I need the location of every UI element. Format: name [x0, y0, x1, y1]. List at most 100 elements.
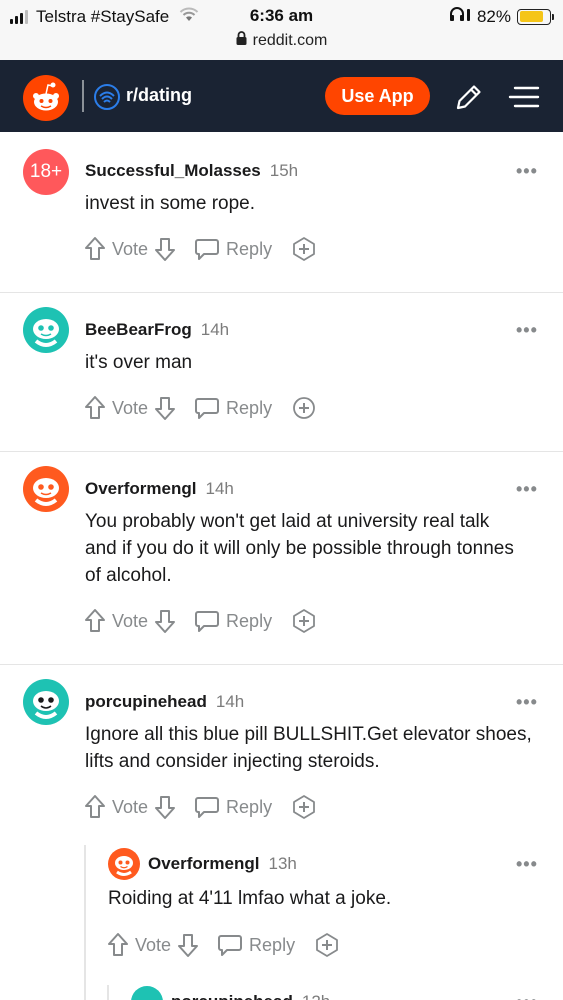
avatar[interactable] — [23, 307, 69, 353]
more-options-icon[interactable]: ••• — [516, 992, 538, 1000]
downvote-icon — [155, 397, 176, 420]
more-options-icon[interactable]: ••• — [516, 479, 538, 500]
upvote-icon — [85, 795, 105, 818]
more-options-icon[interactable]: ••• — [516, 692, 538, 713]
reply-button[interactable]: Reply — [194, 396, 272, 420]
battery-percent: 82% — [476, 6, 511, 26]
comment-body: invest in some rope. — [85, 193, 256, 214]
vote-label: Vote — [112, 397, 149, 418]
reply-label: Reply — [226, 796, 273, 817]
reply-button[interactable]: Reply — [217, 933, 295, 957]
more-options-icon[interactable]: ••• — [516, 320, 538, 341]
comment-age: 14h — [205, 479, 234, 498]
reply-bubble-icon — [218, 935, 243, 956]
battery-icon — [517, 8, 554, 25]
reply-label: Reply — [249, 934, 296, 955]
more-options-icon[interactable]: ••• — [516, 854, 538, 875]
downvote-icon — [155, 610, 176, 633]
downvote-button[interactable] — [177, 932, 199, 958]
upvote-icon — [85, 396, 105, 419]
upvote-button[interactable]: Vote — [84, 236, 148, 262]
comment-author[interactable]: porcupinehead 12h — [171, 992, 330, 1000]
comment-body: Ignore all this blue pill BULLSHIT.Get e… — [85, 724, 532, 772]
reply-button[interactable]: Reply — [194, 609, 272, 633]
award-button[interactable] — [291, 236, 317, 262]
author-name[interactable]: porcupinehead — [85, 692, 207, 711]
vote-label: Vote — [112, 796, 149, 817]
downvote-button[interactable] — [154, 608, 176, 634]
reply-bubble-icon — [195, 611, 220, 632]
comment-body: Roiding at 4'11 lmfao what a joke. — [108, 888, 392, 909]
status-bar: Telstra #StaySafe 6:36 am reddit.com 82% — [0, 0, 563, 60]
author-name[interactable]: porcupinehead — [171, 992, 293, 1000]
avatar[interactable] — [108, 848, 140, 880]
thread-line[interactable] — [84, 845, 86, 1000]
upvote-button[interactable]: Vote — [84, 608, 148, 634]
downvote-button[interactable] — [154, 794, 176, 820]
menu-icon[interactable] — [507, 80, 541, 114]
status-right: 82% — [449, 6, 554, 27]
upvote-button[interactable]: Vote — [107, 932, 171, 958]
reply-bubble-icon — [195, 239, 220, 260]
comment-actions: Vote Reply — [107, 932, 340, 958]
comment-author[interactable]: BeeBearFrog 14h — [85, 320, 229, 340]
comment-author[interactable]: Successful_Molasses 15h — [85, 161, 298, 181]
comment-body: You probably won't get laid at universit… — [85, 511, 514, 586]
reddit-logo-icon[interactable] — [23, 75, 69, 121]
comment-author[interactable]: Overformengl 13h — [148, 854, 297, 874]
award-button[interactable] — [314, 932, 340, 958]
comment-author[interactable]: porcupinehead 14h — [85, 692, 244, 712]
upvote-button[interactable]: Vote — [84, 395, 148, 421]
add-award-icon — [293, 609, 315, 633]
subreddit-name[interactable]: r/dating — [126, 85, 192, 106]
upvote-icon — [108, 933, 128, 956]
downvote-icon — [155, 796, 176, 819]
author-name[interactable]: Overformengl — [148, 854, 259, 873]
comment-body: it's over man — [85, 352, 193, 373]
upvote-icon — [85, 609, 105, 632]
author-name[interactable]: Successful_Molasses — [85, 161, 261, 180]
reply-label: Reply — [226, 397, 273, 418]
award-button[interactable] — [291, 395, 317, 421]
thread-line[interactable] — [107, 985, 109, 1000]
add-award-icon — [293, 795, 315, 819]
author-name[interactable]: BeeBearFrog — [85, 320, 192, 339]
reply-button[interactable]: Reply — [194, 795, 272, 819]
reply-label: Reply — [226, 610, 273, 631]
avatar[interactable] — [23, 679, 69, 725]
avatar[interactable] — [131, 986, 163, 1000]
comment-author[interactable]: Overformengl 14h — [85, 479, 234, 499]
comment-divider — [0, 451, 563, 452]
pencil-icon[interactable] — [452, 80, 486, 114]
reply-bubble-icon — [195, 797, 220, 818]
author-name[interactable]: Overformengl — [85, 479, 196, 498]
reply-button[interactable]: Reply — [194, 237, 272, 261]
downvote-button[interactable] — [154, 395, 176, 421]
comment-age: 15h — [269, 161, 299, 180]
downvote-icon — [155, 238, 176, 261]
more-options-icon[interactable]: ••• — [516, 161, 538, 182]
comment-divider — [0, 664, 563, 665]
comment-divider — [0, 292, 563, 293]
subreddit-icon[interactable] — [94, 84, 120, 110]
comment-actions: Vote Reply — [84, 236, 317, 262]
award-button[interactable] — [291, 608, 317, 634]
comment-age: 13h — [268, 854, 297, 873]
add-award-icon — [293, 397, 315, 419]
upvote-button[interactable]: Vote — [84, 794, 148, 820]
comment-age: 14h — [200, 320, 230, 339]
comment-age: 14h — [215, 692, 245, 711]
vote-label: Vote — [112, 238, 149, 259]
url-bar[interactable]: reddit.com — [0, 31, 563, 50]
avatar[interactable] — [23, 466, 69, 512]
comment-actions: Vote Reply — [84, 395, 317, 421]
award-button[interactable] — [291, 794, 317, 820]
lock-icon — [236, 31, 247, 50]
header-divider — [82, 80, 84, 112]
use-app-button[interactable]: Use App — [325, 77, 430, 115]
headphones-icon — [449, 6, 471, 27]
downvote-button[interactable] — [154, 236, 176, 262]
downvote-icon — [178, 934, 199, 957]
vote-label: Vote — [112, 610, 149, 631]
avatar[interactable]: 18+ — [23, 149, 69, 195]
